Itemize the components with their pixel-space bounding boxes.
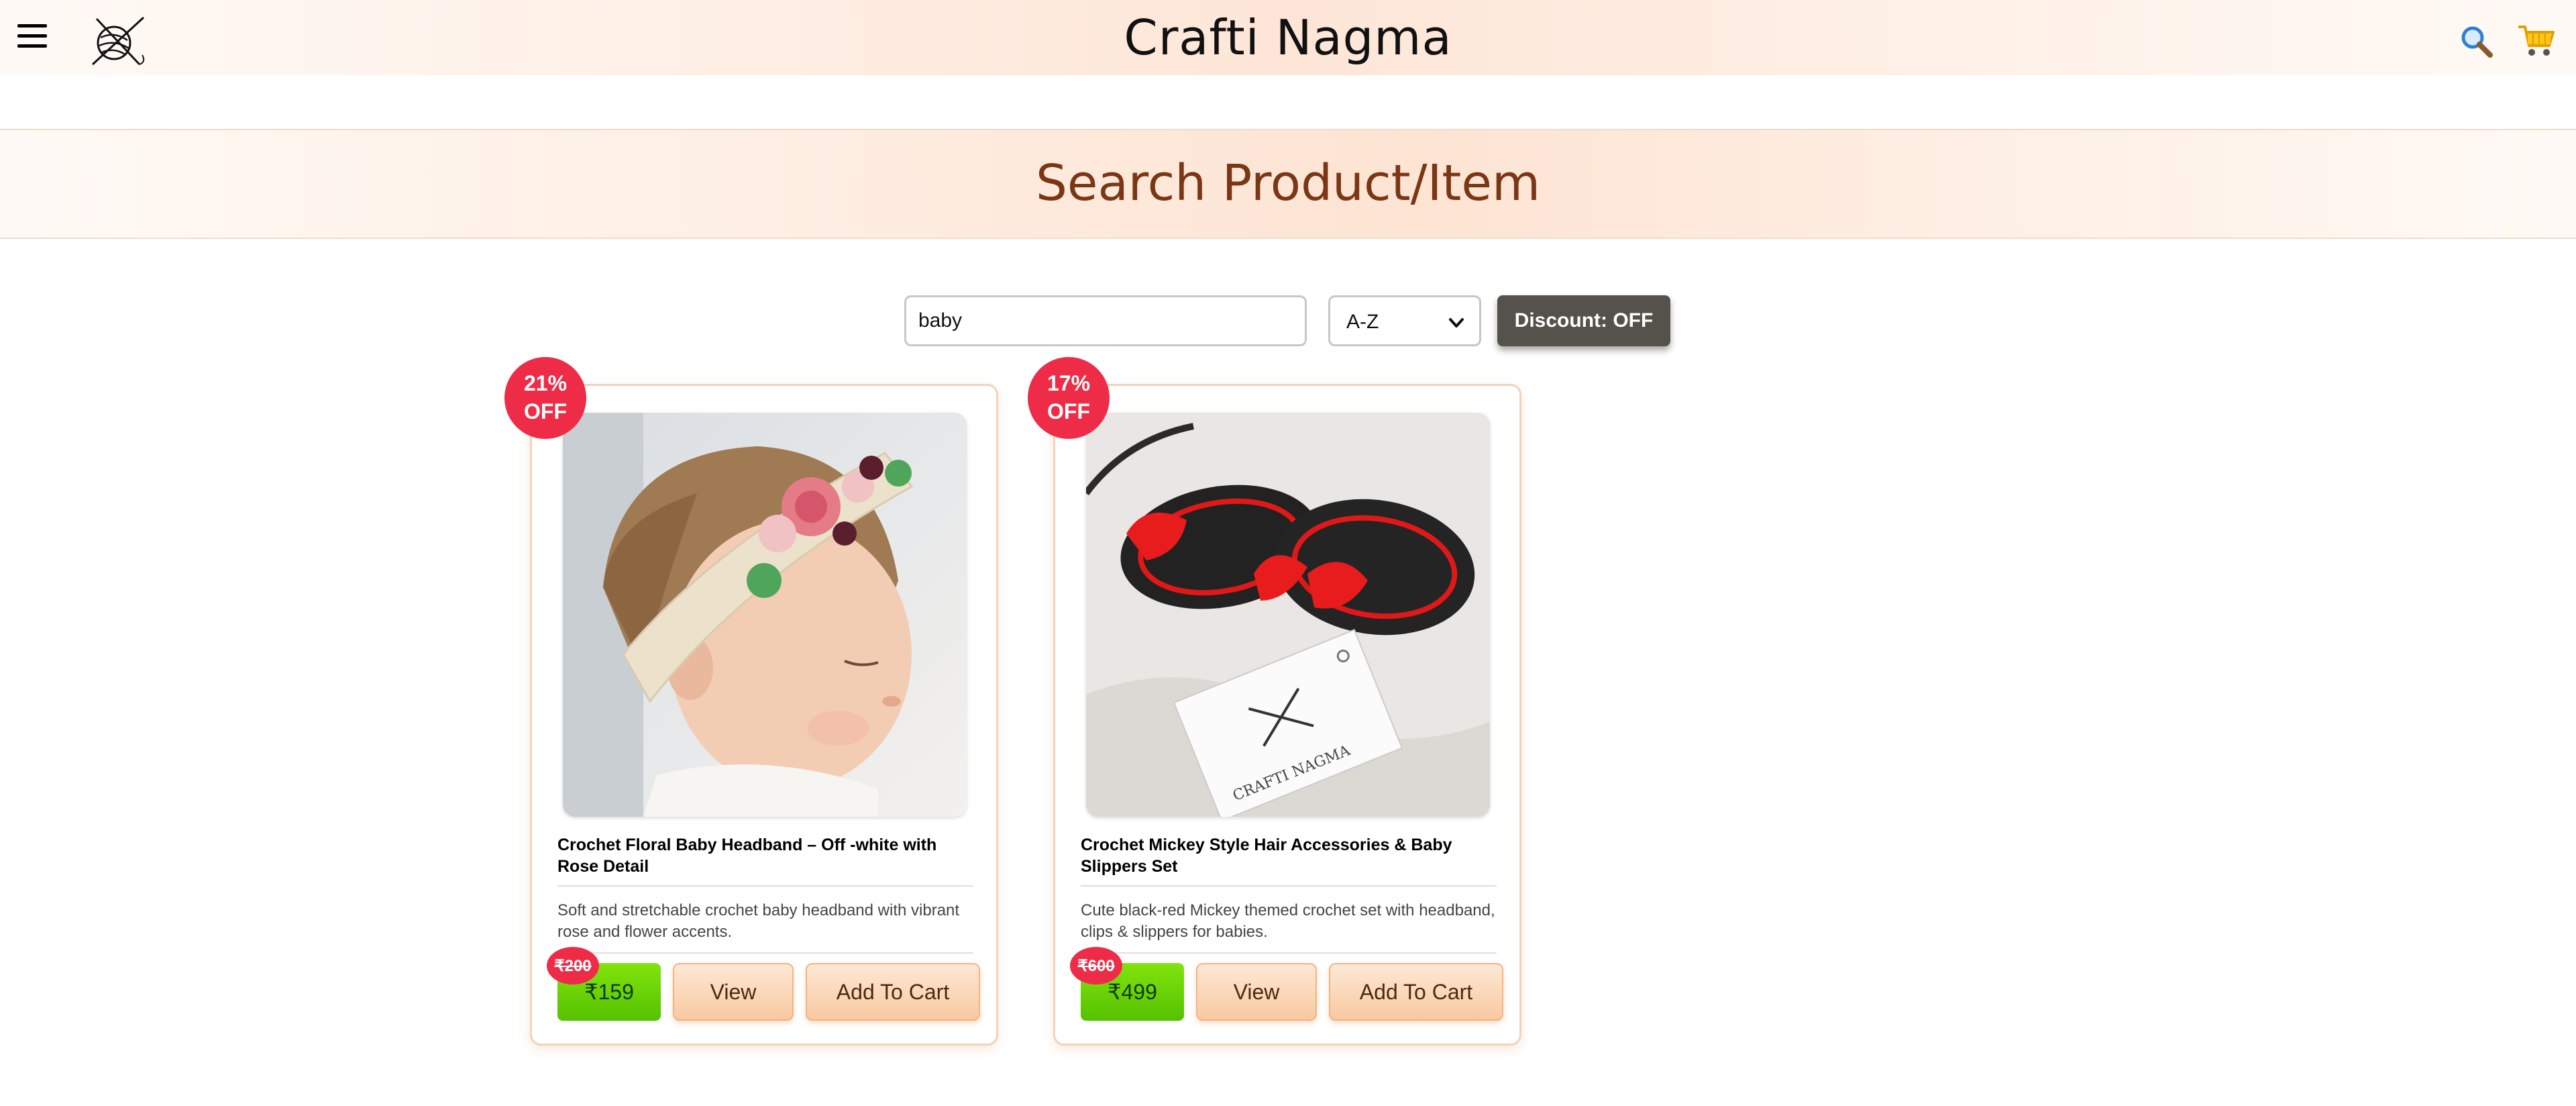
product-description: Soft and stretchable crochet baby headba…	[557, 901, 960, 941]
view-button[interactable]: View	[673, 963, 794, 1021]
shopping-cart-icon[interactable]	[2517, 23, 2555, 59]
discount-toggle-button[interactable]: Discount: OFF	[1497, 295, 1670, 346]
discount-off-label: OFF	[524, 399, 567, 423]
sort-selected-value: A-Z	[1346, 311, 1379, 333]
top-navbar: Crafti Nagma	[0, 0, 2576, 75]
divider	[1081, 952, 1497, 954]
product-image[interactable]	[563, 413, 967, 817]
discount-badge: 17% OFF	[1028, 357, 1110, 439]
page-title: Search Product/Item	[1035, 154, 1541, 212]
add-to-cart-button[interactable]: Add To Cart	[806, 963, 980, 1021]
product-search-input[interactable]	[904, 295, 1307, 346]
discount-badge: 21% OFF	[504, 357, 586, 439]
product-title[interactable]: Crochet Floral Baby Headband – Off -whit…	[557, 834, 980, 877]
page-heading-band: Search Product/Item	[0, 129, 2576, 239]
divider	[557, 952, 973, 954]
original-price-badge: ₹200	[547, 947, 599, 985]
product-card: CRAFTI NAGMA Crochet Mickey Style Hair A…	[1053, 384, 1521, 1046]
view-button[interactable]: View	[1196, 963, 1317, 1021]
sort-order-select[interactable]: A-Z	[1328, 295, 1481, 346]
discount-percent: 17%	[1046, 371, 1091, 396]
search-icon[interactable]	[2459, 24, 2493, 58]
divider	[1081, 885, 1497, 887]
product-title[interactable]: Crochet Mickey Style Hair Accessories & …	[1081, 834, 1503, 877]
brand-title[interactable]: Crafti Nagma	[0, 9, 2576, 66]
product-image[interactable]: CRAFTI NAGMA	[1086, 413, 1490, 817]
divider	[557, 885, 973, 887]
product-description: Cute black-red Mickey themed crochet set…	[1081, 901, 1495, 941]
discount-percent: 21%	[523, 371, 568, 396]
chevron-down-icon	[1449, 318, 1464, 328]
product-card: Crochet Floral Baby Headband – Off -whit…	[530, 384, 998, 1046]
discount-off-label: OFF	[1047, 399, 1090, 423]
add-to-cart-button[interactable]: Add To Cart	[1329, 963, 1503, 1021]
original-price-badge: ₹600	[1070, 947, 1122, 985]
